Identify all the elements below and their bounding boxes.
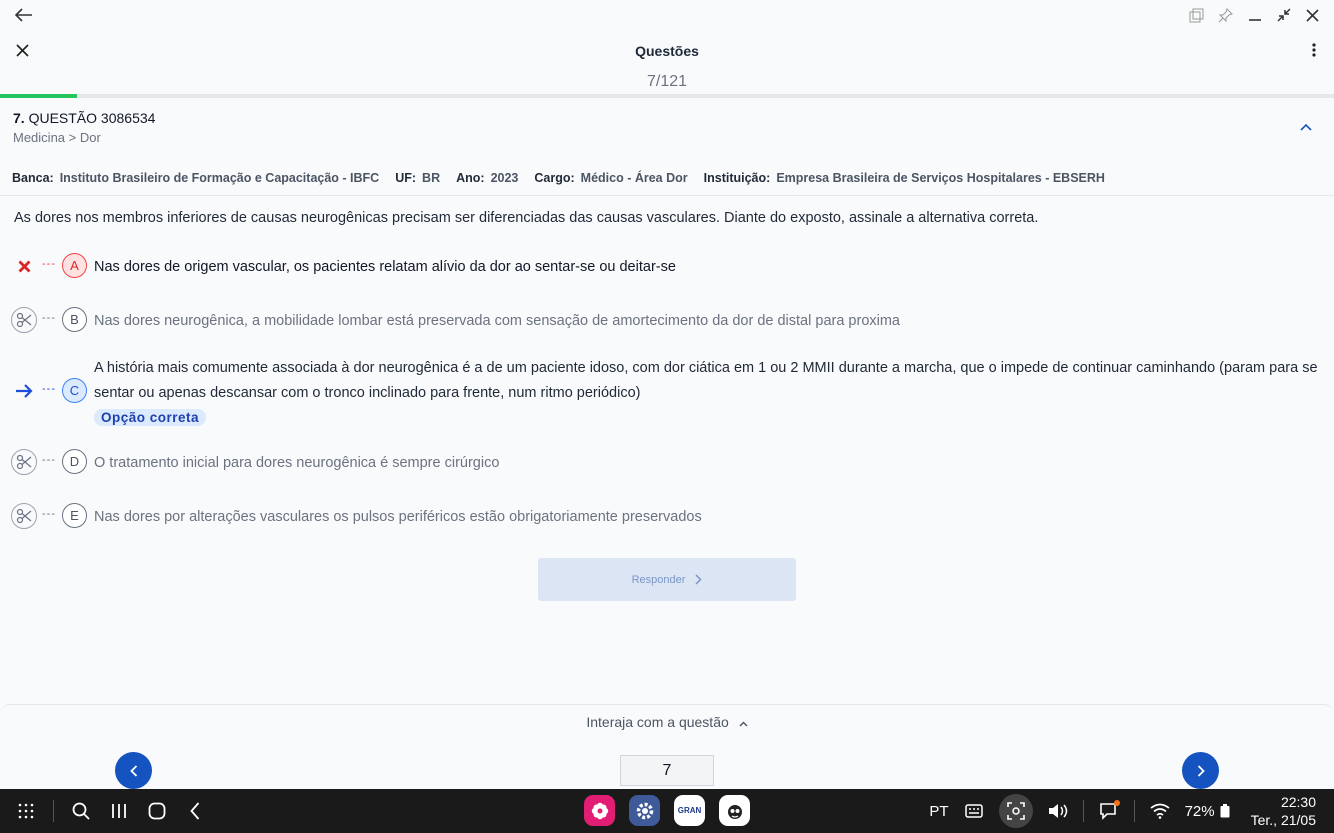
meta-banca: Banca: Instituto Brasileiro de Formação e… bbox=[12, 171, 379, 185]
taskbar-left bbox=[15, 799, 206, 823]
mascot-app-icon[interactable] bbox=[719, 795, 750, 826]
clock[interactable]: 22:30 Ter., 21/05 bbox=[1251, 793, 1316, 829]
alternative-letter[interactable]: E bbox=[62, 503, 87, 528]
question-title: 7. QUESTÃO 3086534 bbox=[13, 110, 155, 126]
chevron-right-icon bbox=[1197, 764, 1205, 777]
meta-value: Instituto Brasileiro de Formação e Capac… bbox=[59, 171, 380, 185]
dash-connector: --- bbox=[42, 258, 56, 270]
scissors-icon[interactable] bbox=[11, 503, 37, 529]
question-header: 7. QUESTÃO 3086534 Medicina > Dor Banca:… bbox=[0, 98, 1334, 196]
home-icon[interactable] bbox=[146, 799, 168, 823]
pin-icon[interactable] bbox=[1216, 4, 1235, 26]
arrow-left-icon[interactable] bbox=[12, 4, 36, 26]
search-icon[interactable] bbox=[70, 799, 92, 823]
window-bar bbox=[0, 0, 1334, 30]
volume-icon[interactable] bbox=[1047, 800, 1069, 822]
battery-percentage: 72% bbox=[1184, 802, 1215, 820]
alternative-text[interactable]: Nas dores de origem vascular, os pacient… bbox=[94, 255, 1322, 280]
alternative-text[interactable]: Nas dores neurogênica, a mobilidade lomb… bbox=[94, 309, 1322, 334]
clock-date: Ter., 21/05 bbox=[1250, 812, 1316, 828]
question-meta: Banca: Instituto Brasileiro de Formação e… bbox=[12, 171, 1105, 185]
alternative-letter[interactable]: A bbox=[62, 253, 87, 278]
alternative-text[interactable]: O tratamento inicial para dores neurogên… bbox=[94, 451, 1322, 476]
battery-icon bbox=[1219, 800, 1231, 822]
gran-app-icon[interactable]: GRAN bbox=[674, 795, 705, 826]
correct-option-badge: Opção correta bbox=[94, 409, 207, 426]
dash-connector: --- bbox=[42, 383, 56, 395]
pinned-apps: GRAN bbox=[584, 795, 750, 826]
meta-key: Banca: bbox=[12, 171, 54, 185]
question-number-input[interactable]: 7 bbox=[620, 755, 714, 786]
dash-connector: --- bbox=[42, 312, 56, 324]
meta-value: Empresa Brasileira de Serviços Hospitala… bbox=[776, 171, 1105, 185]
more-vert-icon[interactable] bbox=[1304, 40, 1324, 60]
chevron-left-icon bbox=[129, 764, 137, 777]
gran-app-label: GRAN bbox=[677, 806, 702, 815]
meta-ano: Ano: 2023 bbox=[456, 171, 518, 185]
chevron-right-icon bbox=[695, 574, 702, 585]
chevron-up-icon[interactable] bbox=[1300, 118, 1316, 134]
meta-value: 2023 bbox=[490, 171, 519, 185]
question-number: 7. bbox=[13, 110, 25, 126]
meta-instituicao: Instituição: Empresa Brasileira de Serviç… bbox=[704, 171, 1105, 185]
question-label: QUESTÃO 3086534 bbox=[28, 110, 156, 126]
window-controls bbox=[1187, 4, 1322, 26]
alternative-letter[interactable]: C bbox=[62, 378, 87, 403]
previous-question-button[interactable] bbox=[115, 752, 152, 789]
meta-uf: UF: BR bbox=[395, 171, 440, 185]
alternative-text[interactable]: Nas dores por alterações vasculares os p… bbox=[94, 505, 1322, 530]
chevron-up-icon bbox=[739, 721, 748, 727]
breadcrumb: Medicina > Dor bbox=[13, 130, 101, 145]
shrink-icon[interactable] bbox=[1274, 4, 1293, 26]
notifications-icon[interactable] bbox=[1098, 800, 1120, 822]
taskbar: GRAN PT 72% 22:30 Ter., 21/05 bbox=[0, 789, 1334, 833]
dash-connector: --- bbox=[42, 454, 56, 466]
interact-label: Interaja com a questão bbox=[586, 714, 729, 730]
taskbar-divider bbox=[1133, 800, 1135, 822]
settings-app-icon[interactable] bbox=[629, 795, 660, 826]
next-question-button[interactable] bbox=[1182, 752, 1219, 789]
system-tray: PT 72% 22:30 Ter., 21/05 bbox=[929, 789, 1316, 833]
keyboard-icon[interactable] bbox=[963, 800, 985, 822]
popup-icon[interactable] bbox=[1187, 4, 1206, 26]
flower-app-icon[interactable] bbox=[584, 795, 615, 826]
answer-button-label: Responder bbox=[631, 573, 686, 586]
question-statement: As dores nos membros inferiores de causa… bbox=[14, 210, 1039, 226]
close-icon[interactable] bbox=[1303, 4, 1322, 26]
meta-cargo: Cargo: Médico - Área Dor bbox=[534, 171, 687, 185]
apps-grid-icon[interactable] bbox=[15, 799, 37, 823]
page-title: Questões bbox=[635, 43, 699, 59]
wrong-x-icon bbox=[11, 253, 37, 279]
meta-key: Cargo: bbox=[534, 171, 575, 185]
scissors-icon[interactable] bbox=[11, 307, 37, 333]
meta-value: Médico - Área Dor bbox=[580, 171, 688, 185]
meta-key: Instituição: bbox=[703, 171, 771, 185]
meta-key: UF: bbox=[395, 171, 417, 185]
header: Questões 7/121 bbox=[0, 30, 1334, 96]
alternative-letter[interactable]: D bbox=[62, 449, 87, 474]
answer-button[interactable]: Responder bbox=[538, 558, 796, 601]
minimize-icon[interactable] bbox=[1245, 4, 1264, 26]
arrow-right-icon bbox=[11, 378, 37, 404]
meta-key: Ano: bbox=[456, 171, 485, 185]
scissors-icon[interactable] bbox=[11, 449, 37, 475]
screen-capture-icon[interactable] bbox=[998, 794, 1033, 828]
question-counter: 7/121 bbox=[646, 73, 688, 90]
notification-dot bbox=[1113, 800, 1120, 806]
interaction-panel: Interaja com a questão 7 bbox=[0, 704, 1334, 790]
clock-time: 22:30 bbox=[1280, 794, 1316, 810]
language-indicator[interactable]: PT bbox=[929, 803, 948, 820]
meta-value: BR bbox=[422, 171, 441, 185]
taskbar-divider bbox=[1082, 800, 1084, 822]
alternative-text[interactable]: A história mais comumente associada à do… bbox=[94, 356, 1322, 406]
interact-toggle[interactable]: Interaja com a questão bbox=[0, 714, 1334, 730]
taskbar-divider bbox=[53, 800, 54, 822]
alternative-letter[interactable]: B bbox=[62, 307, 87, 332]
back-icon[interactable] bbox=[184, 799, 206, 823]
wifi-icon[interactable] bbox=[1149, 800, 1171, 822]
recent-apps-icon[interactable] bbox=[108, 799, 130, 823]
dash-connector: --- bbox=[42, 508, 56, 520]
